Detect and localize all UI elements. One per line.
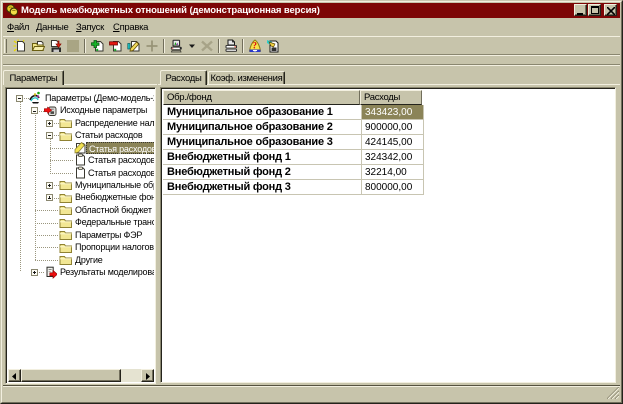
svg-text:?: ? <box>252 42 257 52</box>
